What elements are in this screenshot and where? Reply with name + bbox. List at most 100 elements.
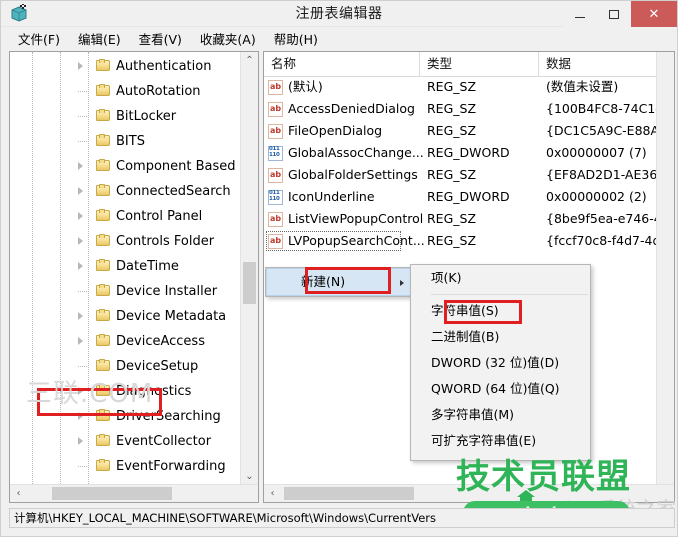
tree-vertical-scrollbar[interactable]: ⌃ ⌄ xyxy=(240,52,258,485)
tree-item-component-based-serv[interactable]: Component Based Serv xyxy=(10,154,241,179)
tree-item-bitlocker[interactable]: BitLocker xyxy=(10,104,241,129)
tree-hscroll-thumb[interactable] xyxy=(52,487,172,500)
tree-scroll-up-button[interactable]: ⌃ xyxy=(241,52,258,69)
list-scroll-down-button[interactable] xyxy=(657,468,674,485)
chevron-right-icon[interactable] xyxy=(76,412,86,422)
tree-item-connectedsearch[interactable]: ConnectedSearch xyxy=(10,179,241,204)
chevron-right-icon[interactable] xyxy=(76,387,86,397)
tree-item-content: DriverSearching xyxy=(96,404,221,429)
tree-item-diagnostics[interactable]: Diagnostics xyxy=(10,379,241,404)
submenu-item-0[interactable]: 项(K) xyxy=(411,265,590,291)
tree-item-bits[interactable]: BITS xyxy=(10,129,241,154)
tree-item-device-installer[interactable]: Device Installer xyxy=(10,279,241,304)
table-row[interactable]: GlobalFolderSettings REG_SZ {EF8AD2D1-AE36… xyxy=(264,164,657,186)
tree-item-content: ConnectedSearch xyxy=(96,179,231,204)
tree-item-datetime[interactable]: DateTime xyxy=(10,254,241,279)
registry-editor-window: 注册表编辑器 ✕ 文件(F) 编辑(E) 查看(V) 收藏夹(A) 帮助(H) … xyxy=(0,0,678,537)
tree-scroll-left-button[interactable]: ‹ xyxy=(10,485,27,502)
chevron-right-icon[interactable] xyxy=(76,237,86,247)
table-row[interactable]: FileOpenDialog REG_SZ {DC1C5A9C-E88A-4dd xyxy=(264,120,657,142)
folder-icon xyxy=(96,159,111,172)
chevron-right-icon[interactable] xyxy=(76,312,86,322)
table-row[interactable]: LVPopupSearchCont...REG_SZ {fccf70c8-f4d7… xyxy=(264,230,657,252)
submenu-item-5[interactable]: 多字符串值(M) xyxy=(411,402,590,428)
tree-scroll-area[interactable]: Authentication AutoRotation BitLocker BITS C… xyxy=(10,52,241,485)
tree-item-device-metadata[interactable]: Device Metadata xyxy=(10,304,241,329)
tree-item-label: DriverSearching xyxy=(116,409,221,424)
chevron-right-icon[interactable] xyxy=(76,262,86,272)
value-type: REG_SZ xyxy=(427,211,477,226)
tree-scroll-thumb[interactable] xyxy=(243,262,256,304)
chevron-right-icon[interactable] xyxy=(76,437,86,447)
tree-item-authentication[interactable]: Authentication xyxy=(10,54,241,79)
value-data: 0x00000002 (2) xyxy=(546,189,647,204)
folder-icon xyxy=(96,284,111,297)
folder-icon xyxy=(96,109,111,122)
tree-item-content: Controls Folder xyxy=(96,229,214,254)
minimize-button[interactable] xyxy=(563,1,597,27)
tree-item-devicesetup[interactable]: DeviceSetup xyxy=(10,354,241,379)
table-row[interactable]: ListViewPopupControlREG_SZ {8be9f5ea-e746… xyxy=(264,208,657,230)
list-horizontal-scrollbar[interactable]: ‹ › xyxy=(264,484,674,502)
value-type: REG_DWORD xyxy=(427,145,510,160)
value-name: ListViewPopupControl xyxy=(288,211,424,226)
submenu-item-6[interactable]: 可扩充字符串值(E) xyxy=(411,428,590,454)
list-scroll-left-button[interactable]: ‹ xyxy=(264,485,281,502)
table-row[interactable]: GlobalAssocChange...REG_DWORD 0x00000007 … xyxy=(264,142,657,164)
submenu-item-2[interactable]: 二进制值(B) xyxy=(411,324,590,350)
folder-icon xyxy=(96,209,111,222)
value-type: REG_SZ xyxy=(427,233,477,248)
tree-scroll-down-button[interactable]: ⌄ xyxy=(241,468,258,485)
tree-item-control-panel[interactable]: Control Panel xyxy=(10,204,241,229)
chevron-right-icon[interactable] xyxy=(76,337,86,347)
registry-tree: Authentication AutoRotation BitLocker BITS C… xyxy=(10,52,241,485)
status-bar: 计算机\HKEY_LOCAL_MACHINE\SOFTWARE\Microsof… xyxy=(9,508,675,528)
menu-file[interactable]: 文件(F) xyxy=(9,27,69,50)
string-value-icon xyxy=(268,80,283,95)
chevron-right-icon[interactable] xyxy=(76,62,86,72)
tree-item-controls-folder[interactable]: Controls Folder xyxy=(10,229,241,254)
context-menu-item-new[interactable]: 新建(N) xyxy=(266,268,416,296)
maximize-button[interactable] xyxy=(597,1,631,27)
menu-edit[interactable]: 编辑(E) xyxy=(69,27,130,50)
submenu-item-1[interactable]: 字符串值(S) xyxy=(411,298,590,324)
tree-item-eventcollector[interactable]: EventCollector xyxy=(10,429,241,454)
tree-item-label: BITS xyxy=(116,134,145,149)
submenu-item-4[interactable]: QWORD (64 位)值(Q) xyxy=(411,376,590,402)
value-type: REG_SZ xyxy=(427,79,477,94)
submenu-arrow-icon xyxy=(400,280,404,286)
context-menu-item-new-label: 新建(N) xyxy=(301,274,346,289)
tree-item-driversearching[interactable]: DriverSearching xyxy=(10,404,241,429)
value-name: AccessDeniedDialog xyxy=(288,101,415,116)
tree-item-label: Device Installer xyxy=(116,284,218,299)
list-scroll-up-button[interactable] xyxy=(657,52,674,69)
tree-item-label: Control Panel xyxy=(116,209,203,224)
folder-icon xyxy=(96,184,111,197)
tree-horizontal-scrollbar[interactable]: ‹ › xyxy=(10,484,258,502)
tree-item-label: EventForwarding xyxy=(116,459,226,474)
table-row[interactable]: IconUnderline REG_DWORD 0x00000002 (2) xyxy=(264,186,657,208)
tree-scroll-corner xyxy=(241,485,258,502)
list-hscroll-thumb[interactable] xyxy=(284,487,414,500)
chevron-right-icon[interactable] xyxy=(76,187,86,197)
value-data: 0x00000007 (7) xyxy=(546,145,647,160)
column-header-name[interactable]: 名称 xyxy=(264,52,420,76)
chevron-right-icon[interactable] xyxy=(76,162,86,172)
menu-favorites[interactable]: 收藏夹(A) xyxy=(191,27,265,50)
tree-item-deviceaccess[interactable]: DeviceAccess xyxy=(10,329,241,354)
submenu-item-3[interactable]: DWORD (32 位)值(D) xyxy=(411,350,590,376)
menu-view[interactable]: 查看(V) xyxy=(130,27,191,50)
list-vertical-scrollbar[interactable] xyxy=(656,52,674,485)
column-header-data[interactable]: 数据 xyxy=(539,52,659,76)
close-button[interactable]: ✕ xyxy=(631,1,677,27)
list-scroll-corner xyxy=(657,485,674,502)
submenu-item-label: 项(K) xyxy=(431,270,462,285)
table-row[interactable]: (默认) REG_SZ (数值未设置) xyxy=(264,76,657,98)
folder-icon xyxy=(96,134,111,147)
column-header-type[interactable]: 类型 xyxy=(420,52,539,76)
table-row[interactable]: AccessDeniedDialog REG_SZ {100B4FC8-74C1-4… xyxy=(264,98,657,120)
menu-help[interactable]: 帮助(H) xyxy=(265,27,327,50)
chevron-right-icon[interactable] xyxy=(76,212,86,222)
tree-item-eventforwarding[interactable]: EventForwarding xyxy=(10,454,241,479)
tree-item-autorotation[interactable]: AutoRotation xyxy=(10,79,241,104)
